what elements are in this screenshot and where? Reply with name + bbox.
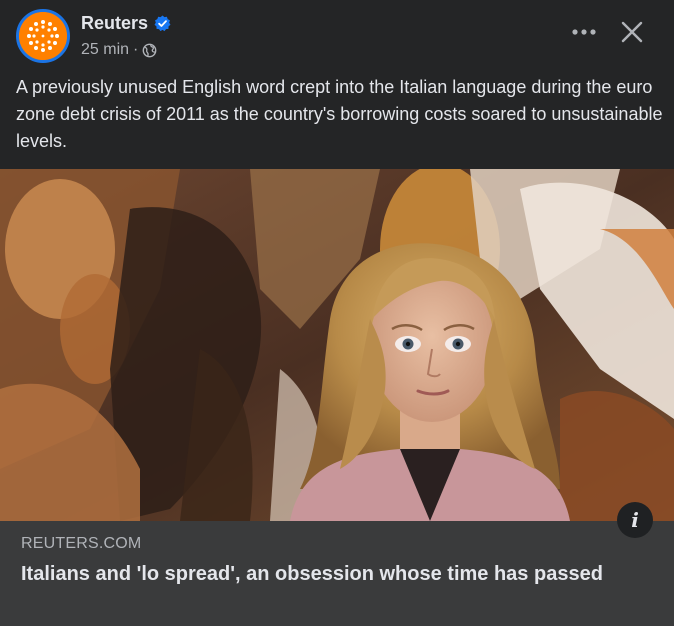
close-icon: [621, 21, 643, 43]
globe-icon[interactable]: [142, 43, 157, 58]
post-image[interactable]: [0, 169, 674, 521]
post-card: Reuters 25 min · A previously unused Eng…: [0, 0, 674, 626]
more-options-button[interactable]: [566, 16, 602, 48]
post-meta: 25 min ·: [81, 41, 157, 59]
close-button[interactable]: [614, 14, 650, 50]
info-icon: i: [631, 508, 639, 532]
page-name[interactable]: Reuters: [81, 12, 148, 34]
post-header: Reuters 25 min ·: [0, 0, 674, 70]
reuters-logo-icon: [19, 12, 67, 60]
info-button[interactable]: i: [617, 502, 653, 538]
link-preview[interactable]: REUTERS.COM Italians and 'lo spread', an…: [0, 521, 674, 626]
page-name-row: Reuters: [81, 12, 171, 34]
more-horizontal-icon: [572, 29, 596, 35]
link-domain: REUTERS.COM: [21, 535, 142, 552]
meta-separator: ·: [133, 41, 139, 58]
link-title[interactable]: Italians and 'lo spread', an obsession w…: [21, 561, 641, 588]
verified-badge-icon: [154, 15, 171, 32]
news-photo: [0, 169, 674, 521]
avatar[interactable]: [16, 9, 70, 63]
post-text: A previously unused English word crept i…: [16, 77, 663, 151]
post-timestamp[interactable]: 25 min: [81, 41, 129, 59]
